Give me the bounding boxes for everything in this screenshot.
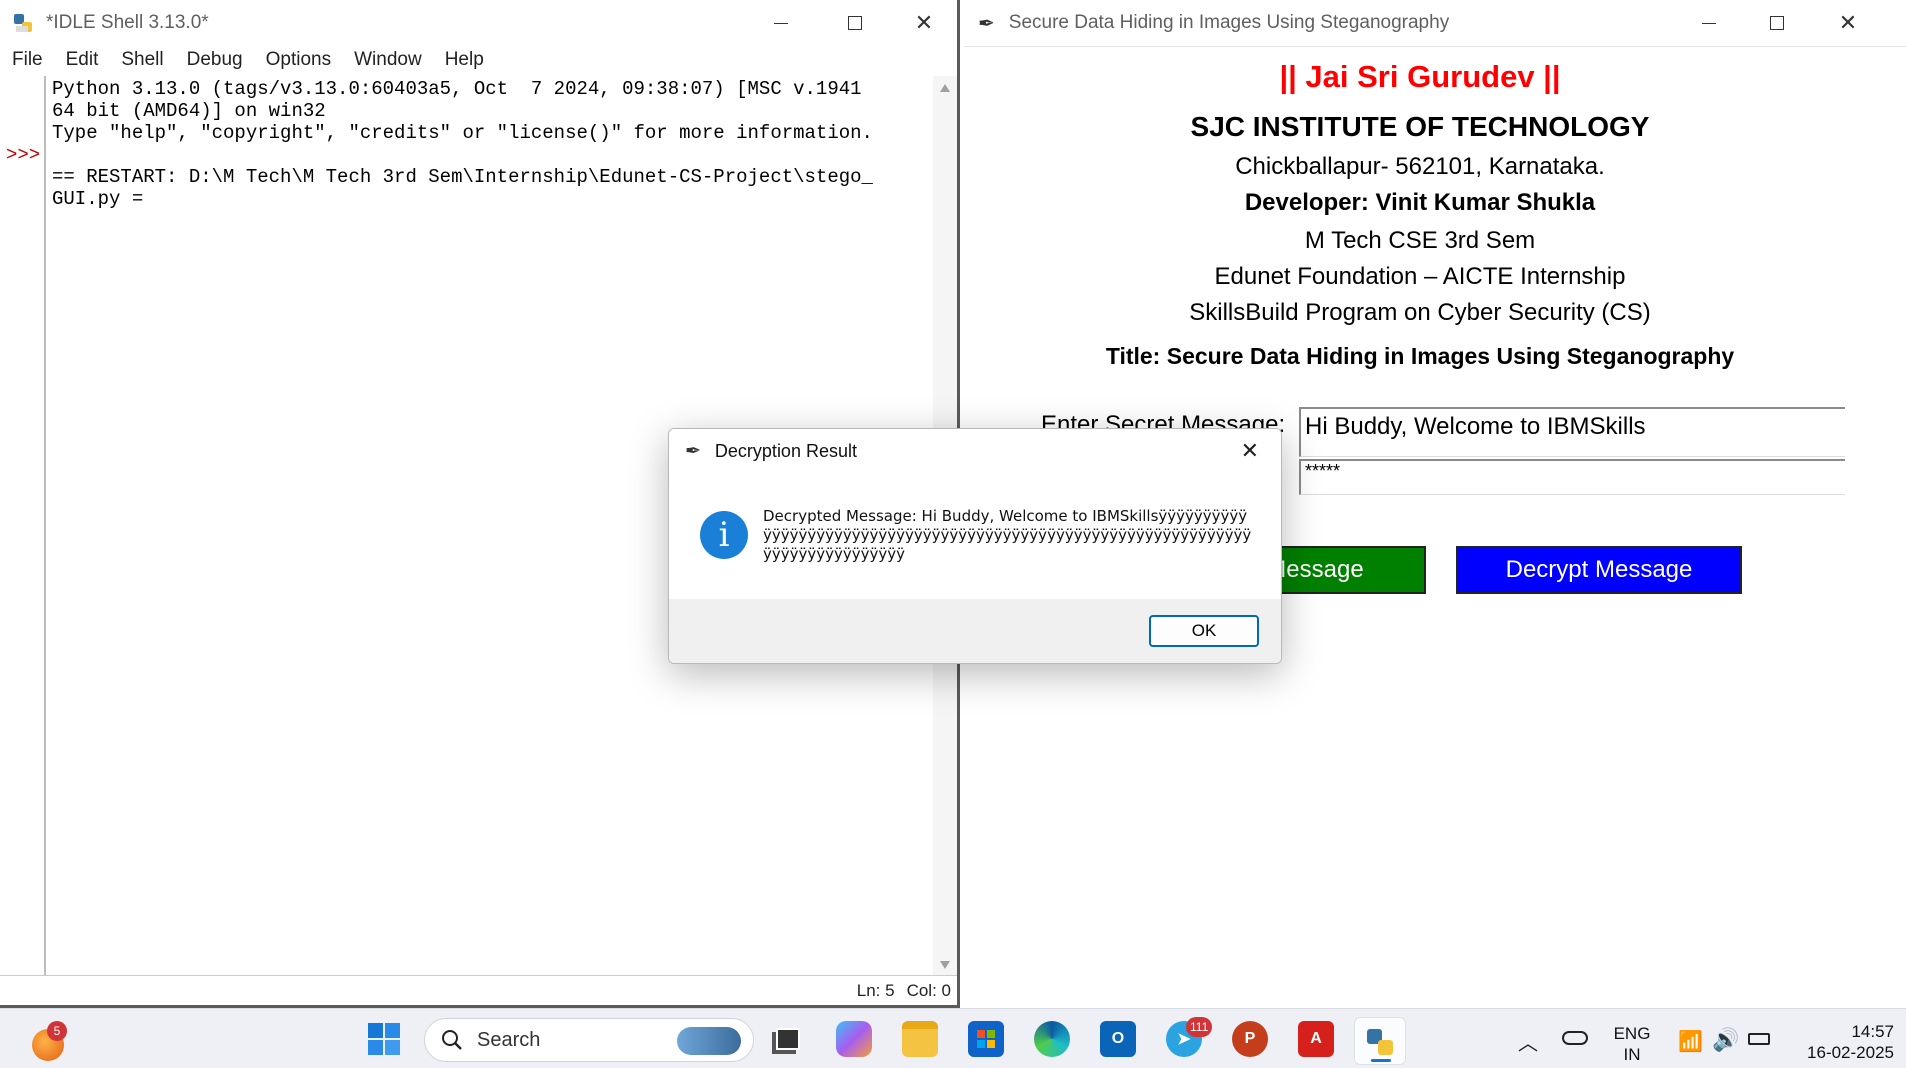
decryption-result-dialog: ✒ Decryption Result ✕ i Decrypted Messag… — [668, 428, 1282, 664]
search-placeholder: Search — [477, 1028, 541, 1051]
shell-prompt-gutter: >>> — [0, 76, 46, 975]
decrypted-message-text: Decrypted Message: Hi Buddy, Welcome to … — [763, 507, 1252, 563]
project-title: Title: Secure Data Hiding in Images Usin… — [1105, 343, 1735, 369]
minimize-button[interactable] — [1680, 0, 1738, 46]
region-code: IN — [1623, 1045, 1641, 1064]
course-name: M Tech CSE 3rd Sem — [1304, 227, 1536, 254]
clock-date: 16-02-2025 — [1807, 1043, 1894, 1062]
dialog-close-button[interactable]: ✕ — [1241, 438, 1259, 464]
minimize-icon — [1702, 22, 1716, 24]
close-button[interactable]: ✕ — [1819, 0, 1877, 46]
shell-line: 64 bit (AMD64)] on win32 — [52, 100, 326, 122]
notification-badge: 5 — [47, 1021, 67, 1041]
volume-icon[interactable]: 🔊 — [1712, 1027, 1739, 1053]
close-button[interactable]: ✕ — [895, 0, 953, 46]
clock-time: 14:57 — [1851, 1022, 1894, 1041]
outlook-icon[interactable]: O — [1100, 1021, 1136, 1057]
microsoft-store-icon[interactable] — [968, 1021, 1004, 1057]
shell-line: == RESTART: D:\M Tech\M Tech 3rd Sem\Int… — [52, 166, 873, 188]
search-highlight-icon — [677, 1027, 741, 1055]
menu-file[interactable]: File — [0, 49, 54, 71]
dialog-footer: OK — [669, 599, 1281, 663]
info-icon: i — [700, 511, 748, 559]
menu-options[interactable]: Options — [254, 49, 342, 71]
close-icon: ✕ — [1240, 438, 1259, 463]
institute-address: Chickballapur- 562101, Karnataka. — [1235, 153, 1605, 180]
onedrive-icon[interactable] — [1562, 1031, 1588, 1045]
status-line: Ln: 5 — [856, 980, 895, 1000]
python-icon — [12, 12, 34, 34]
institute-name: SJC INSTITUTE OF TECHNOLOGY — [1190, 111, 1650, 142]
maximize-icon — [1770, 16, 1784, 30]
dialog-titlebar[interactable]: ✒ Decryption Result ✕ — [669, 429, 1281, 473]
minimize-button[interactable] — [752, 0, 810, 46]
shell-line: Type "help", "copyright", "credits" or "… — [52, 122, 873, 144]
menu-window[interactable]: Window — [342, 49, 433, 71]
ok-button[interactable]: OK — [1149, 615, 1259, 647]
windows-taskbar: 5 Search O ➤ 111 P A ︿ ENG IN 📶 🔊 14:57 … — [0, 1008, 1906, 1068]
feather-icon: ✒ — [685, 440, 701, 462]
start-icon[interactable] — [366, 1021, 402, 1057]
program-name: SkillsBuild Program on Cyber Security (C… — [1189, 299, 1651, 326]
wifi-icon[interactable]: 📶 — [1678, 1029, 1703, 1054]
language-indicator[interactable]: ENG IN — [1612, 1023, 1652, 1065]
developer-name: Developer: Vinit Kumar Shukla — [1244, 189, 1596, 216]
close-icon: ✕ — [1838, 10, 1858, 35]
idle-title: *IDLE Shell 3.13.0* — [46, 12, 209, 33]
menu-help[interactable]: Help — [433, 49, 495, 71]
maximize-icon — [848, 16, 862, 30]
menu-shell[interactable]: Shell — [109, 49, 174, 71]
shell-line: Python 3.13.0 (tags/v3.13.0:60403a5, Oct… — [52, 78, 862, 100]
shell-prompt: >>> — [6, 144, 41, 166]
chevron-up-icon[interactable]: ︿ — [1518, 1027, 1538, 1056]
python-idle-icon — [1364, 1026, 1396, 1063]
shell-output[interactable]: Python 3.13.0 (tags/v3.13.0:60403a5, Oct… — [52, 78, 932, 210]
idle-titlebar[interactable]: *IDLE Shell 3.13.0* — [0, 0, 957, 46]
powerpoint-icon[interactable]: P — [1232, 1021, 1268, 1057]
scroll-up-icon[interactable] — [940, 84, 950, 92]
clock[interactable]: 14:57 16-02-2025 — [1790, 1021, 1894, 1063]
acrobat-icon[interactable]: A — [1298, 1021, 1334, 1057]
stego-title: Secure Data Hiding in Images Using Stega… — [1008, 12, 1450, 33]
shell-line: GUI.py = — [52, 188, 144, 210]
maximize-button[interactable] — [826, 0, 884, 46]
file-explorer-icon[interactable] — [902, 1021, 938, 1057]
edge-icon[interactable] — [1034, 1021, 1070, 1057]
foundation-name: Edunet Foundation – AICTE Internship — [1214, 263, 1626, 290]
password-input[interactable]: ***** — [1299, 459, 1845, 495]
feather-icon: ✒ — [978, 12, 995, 35]
decrypt-message-button[interactable]: Decrypt Message — [1456, 546, 1742, 594]
taskbar-search-box[interactable]: Search — [424, 1018, 754, 1062]
python-idle-taskbar-button[interactable] — [1354, 1017, 1406, 1065]
heading-gurudev: || Jai Sri Gurudev || — [1279, 59, 1561, 94]
status-col: Col: 0 — [906, 980, 951, 1000]
minimize-icon — [774, 22, 788, 24]
dialog-body: i Decrypted Message: Hi Buddy, Welcome t… — [669, 473, 1281, 599]
close-icon: ✕ — [914, 10, 934, 35]
menu-debug[interactable]: Debug — [175, 49, 254, 71]
idle-menubar: File Edit Shell Debug Options Window Hel… — [0, 46, 957, 74]
idle-statusbar: Ln: 5 Col: 0 — [0, 975, 957, 1005]
secret-message-input[interactable]: Hi Buddy, Welcome to IBMSkills — [1299, 407, 1845, 457]
battery-icon[interactable] — [1748, 1033, 1770, 1045]
active-indicator — [1371, 1059, 1391, 1062]
task-view-icon[interactable] — [770, 1021, 806, 1057]
language-code: ENG — [1613, 1024, 1651, 1043]
maximize-button[interactable] — [1748, 0, 1806, 46]
copilot-icon[interactable] — [836, 1021, 872, 1057]
dialog-title: Decryption Result — [714, 440, 857, 461]
telegram-badge: 111 — [1186, 1017, 1213, 1037]
scroll-down-icon[interactable] — [940, 961, 950, 969]
search-icon — [441, 1029, 463, 1051]
menu-edit[interactable]: Edit — [54, 49, 110, 71]
